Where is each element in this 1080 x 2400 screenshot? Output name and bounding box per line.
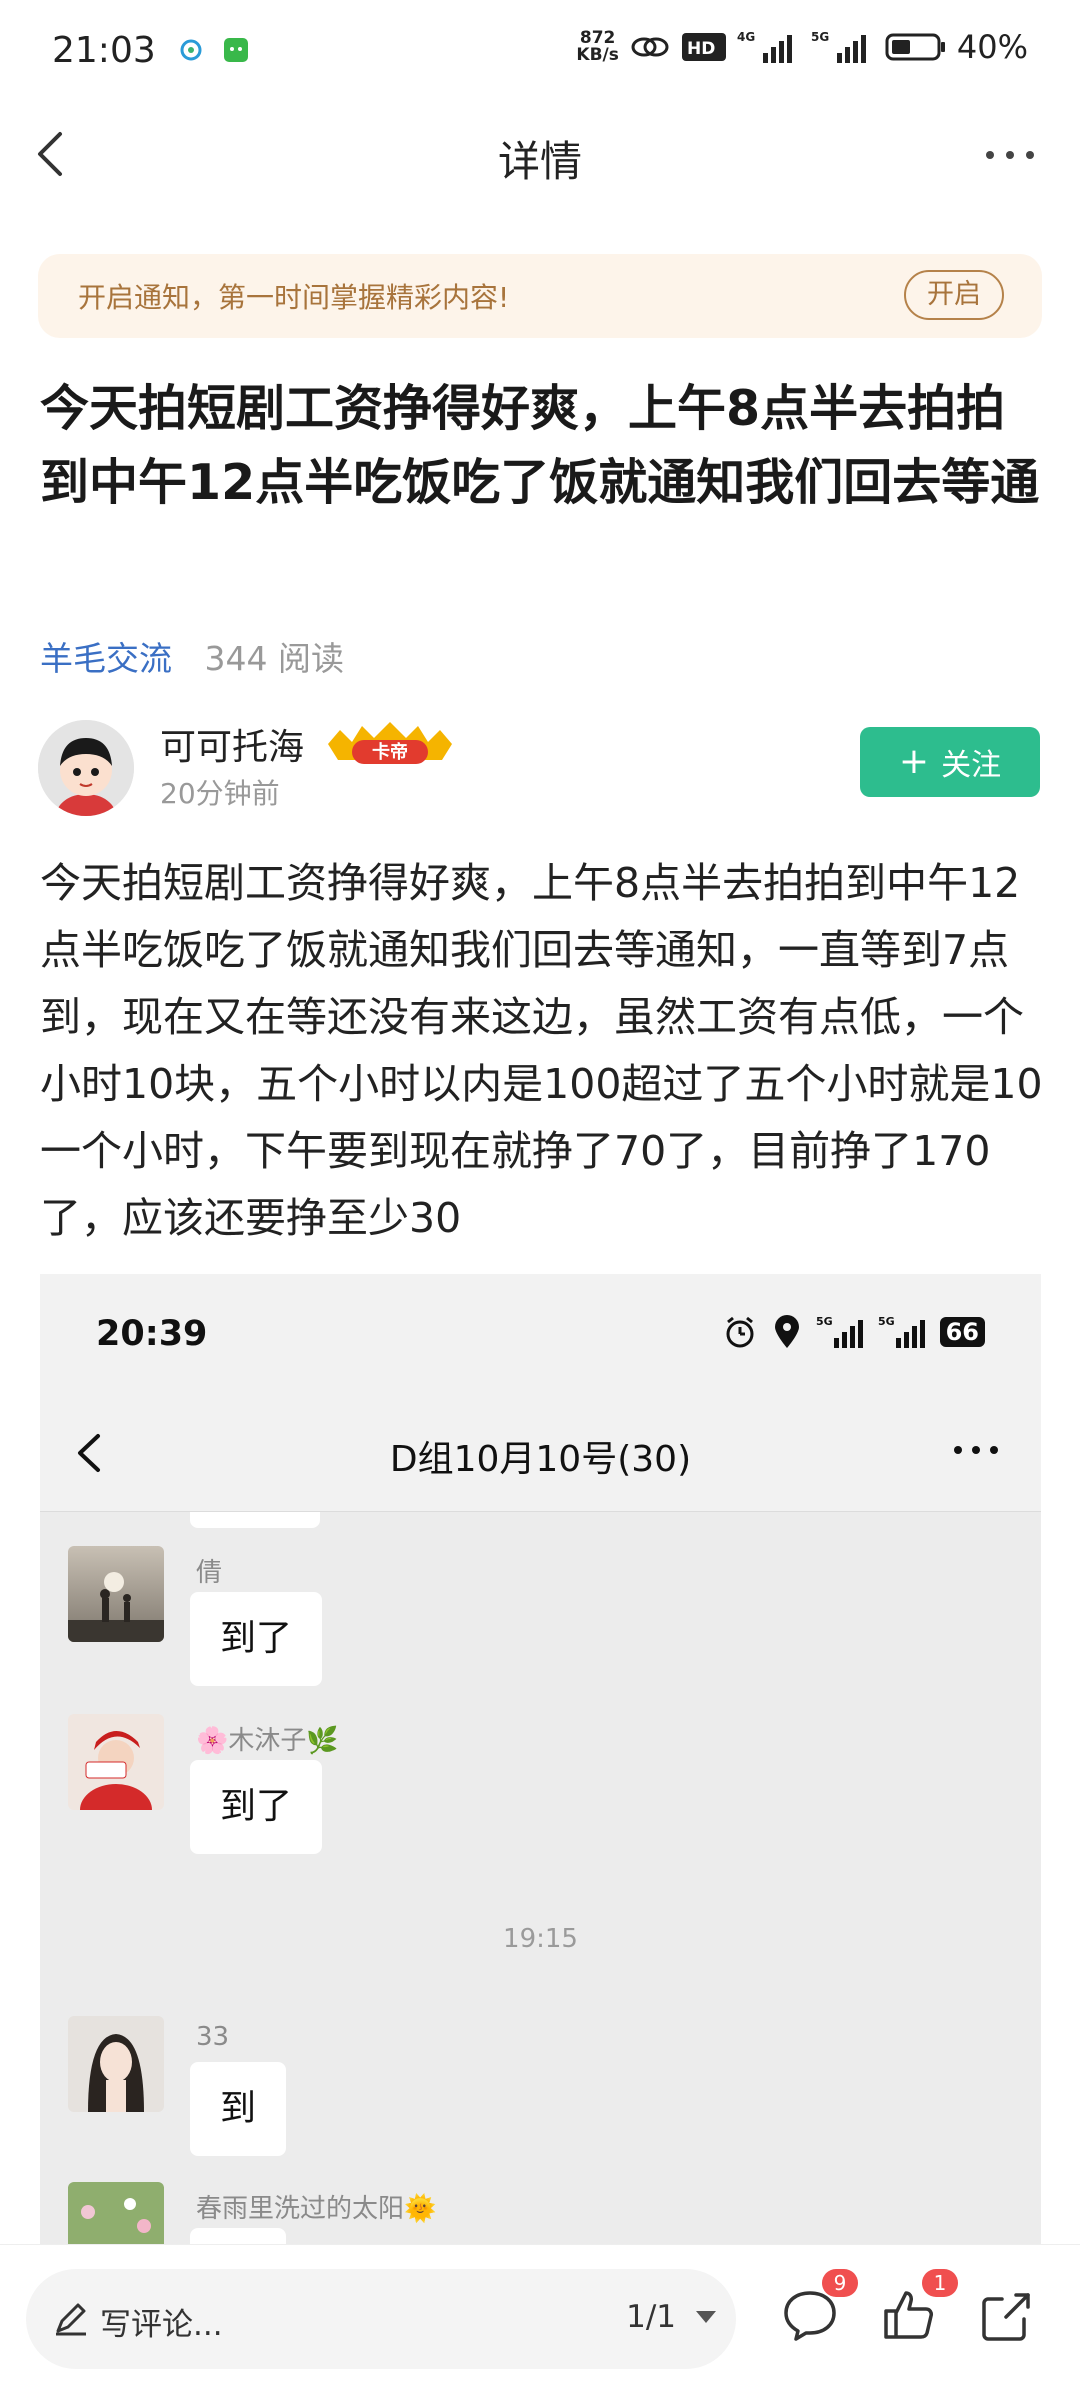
hd-icon: HD (681, 33, 726, 61)
partial-bubble (190, 1512, 320, 1528)
chat-timestamp: 19:15 (503, 1924, 578, 1954)
chat-more-icon (954, 1446, 998, 1454)
link-icon (631, 37, 669, 57)
plus-icon: + (898, 741, 930, 782)
network-speed-unit: KB/s (576, 45, 619, 65)
chat-title: D组10月10号(30) (389, 1439, 692, 1480)
author-name[interactable]: 可可托海 (160, 718, 304, 770)
comment-count-badge: 9 (822, 2269, 858, 2297)
nav-bar: 详情 (0, 100, 1080, 210)
svg-text:5G: 5G (811, 30, 829, 44)
author-avatar[interactable] (38, 720, 134, 816)
image-status-bar: 20:39 5G 5G 66 (40, 1274, 1041, 1392)
banner-text: 开启通知，第一时间掌握精彩内容! (78, 281, 510, 314)
status-notification-icons (178, 36, 250, 64)
notification-banner: 开启通知，第一时间掌握精彩内容! 开启 (38, 254, 1042, 338)
signal-4g-icon: 4G (737, 30, 792, 63)
battery-percent: 40% (956, 28, 1028, 66)
caret-down-icon[interactable] (696, 2311, 716, 2323)
comment-placeholder: 写评论... (100, 2307, 223, 2343)
sender-name: 33 (196, 2022, 230, 2052)
image-battery: 66 (939, 1317, 985, 1347)
signal-5g-icon: 5G (811, 30, 866, 63)
message-bubble: 到了 (190, 1760, 323, 1854)
post-image[interactable]: 20:39 5G 5G 66 D组10月10号(30) 倩 到了 🌸木沐子🌿 到… (40, 1274, 1041, 2244)
page-indicator[interactable]: 1/1 (626, 2299, 676, 2335)
message-bubble: 到了 (190, 1592, 323, 1686)
app-notification-icon (223, 38, 248, 62)
pen-icon (56, 2303, 86, 2336)
read-count: 344 阅读 (204, 639, 344, 678)
alarm-icon (726, 1316, 754, 1348)
sender-name: 倩 (196, 1558, 223, 1588)
avatar-cartoon-icon (38, 720, 134, 816)
follow-button[interactable]: + 关注 (860, 727, 1040, 797)
bottom-bar: 写评论... 1/1 9 1 (0, 2244, 1080, 2400)
share-icon[interactable] (976, 2285, 1036, 2345)
svg-text:HD: HD (687, 39, 715, 59)
like-count-badge: 1 (922, 2269, 958, 2297)
network-speed: 872 KB/s (576, 30, 618, 64)
chat-avatar-silhouette (68, 1546, 164, 1642)
svg-text:5G: 5G (878, 1315, 895, 1328)
badge-label: 卡帝 (372, 741, 408, 763)
signal-5g-icon-2: 5G (878, 1315, 925, 1348)
svg-text:4G: 4G (737, 30, 755, 44)
chat-avatar-portrait (68, 2016, 164, 2112)
sync-notification-icon (180, 39, 202, 61)
image-status-time: 20:39 (96, 1314, 208, 1354)
crown-badge-icon: 卡帝 (328, 722, 452, 764)
status-time: 21:03 (52, 29, 156, 71)
message-bubble: 到 (190, 2062, 287, 2156)
post-meta: 羊毛交流 344 阅读 (40, 632, 344, 680)
post-time: 20分钟前 (160, 777, 280, 810)
topic-tag[interactable]: 羊毛交流 (40, 639, 172, 678)
image-chat-header: D组10月10号(30) (40, 1392, 1041, 1512)
enable-notification-button[interactable]: 开启 (904, 270, 1004, 320)
sender-name: 春雨里洗过的太阳🌞 (196, 2194, 437, 2224)
follow-label: 关注 (941, 748, 1002, 783)
status-right-icons: 872 KB/s HD 4G 5G 40% (576, 28, 1028, 66)
post-body: 今天拍短剧工资挣得好爽，上午8点半去拍拍到中午12点半吃饭吃了饭就通知我们回去等… (40, 859, 1043, 1242)
page-title: 详情 (497, 137, 582, 186)
chat-avatar-red-girl (68, 1714, 164, 1810)
svg-text:5G: 5G (816, 1315, 833, 1328)
comment-input[interactable]: 写评论... 1/1 (26, 2269, 736, 2369)
chat-avatar-flowers (68, 2182, 164, 2244)
message-bubble (190, 2228, 286, 2244)
post-title: 今天拍短剧工资挣得好爽，上午8点半去拍拍到中午12点半吃饭吃了饭就通知我们回去等… (40, 380, 1040, 511)
signal-5g-icon: 5G (816, 1315, 863, 1348)
status-bar: 21:03 872 KB/s HD 4G 5G 40% (0, 0, 1080, 100)
image-status-icons: 5G 5G 66 (722, 1314, 985, 1350)
more-icon[interactable] (980, 130, 1040, 180)
battery-icon (885, 33, 945, 61)
location-icon (774, 1315, 799, 1348)
sender-name: 🌸木沐子🌿 (196, 1726, 339, 1756)
